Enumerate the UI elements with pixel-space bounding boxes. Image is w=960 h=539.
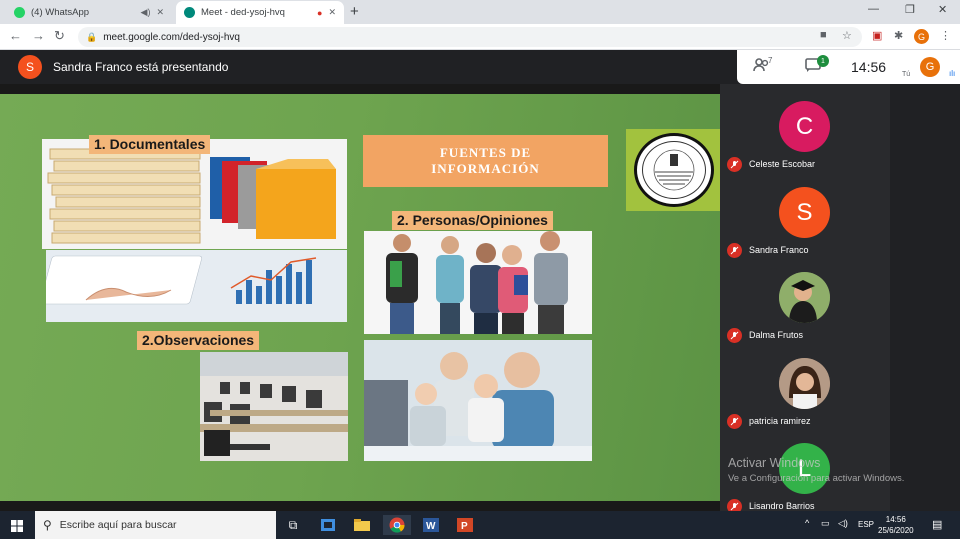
fuentes-line-2: INFORMACIÓN xyxy=(431,161,540,176)
mic-off-icon xyxy=(727,328,742,343)
participants-panel: C Celeste Escobar S Sandra Franco Dalma … xyxy=(720,84,890,514)
label-documentales: 1. Documentales xyxy=(89,135,211,154)
participant-name: patricia ramirez xyxy=(749,416,811,426)
tab-whatsapp[interactable]: (4) WhatsApp ◀) ✕ xyxy=(6,1,172,24)
windows-start-icon[interactable] xyxy=(11,519,23,537)
address-bar[interactable]: 🔒 meet.google.com/ded-ysoj-hvq xyxy=(78,27,862,47)
close-tab-icon[interactable]: ✕ xyxy=(328,7,336,18)
mic-off-icon xyxy=(727,414,742,429)
close-window-icon[interactable]: ✕ xyxy=(938,3,947,16)
documents-image xyxy=(42,139,347,249)
bookmark-star-icon[interactable]: ☆ xyxy=(842,29,852,42)
self-label: Tú xyxy=(902,71,911,78)
participant-name: Celeste Escobar xyxy=(749,159,816,169)
taskbar-search-box[interactable]: ⚲ Escribe aquí para buscar xyxy=(35,511,276,539)
url-text: meet.google.com/ded-ysoj-hvq xyxy=(103,31,240,43)
shared-slide: 1. Documentales 2.Observaciones FUENTES … xyxy=(0,94,720,501)
windows-taskbar: ⚲ Escribe aquí para buscar ⧉ W P ^ ▭ ◁) … xyxy=(0,511,960,539)
reload-icon[interactable]: ↻ xyxy=(54,28,65,44)
clock-time: 14:56 xyxy=(885,515,906,524)
browser-toolbar: ← → ↻ 🔒 meet.google.com/ded-ysoj-hvq ■ ☆… xyxy=(0,24,960,50)
svg-text:P: P xyxy=(461,521,468,532)
label-personas: 2. Personas/Opiniones xyxy=(392,211,553,230)
participant-tile[interactable]: Dalma Frutos xyxy=(720,272,890,352)
word-icon[interactable]: W xyxy=(421,515,441,535)
meet-icon xyxy=(184,7,195,18)
participant-name: Dalma Frutos xyxy=(749,330,804,340)
menu-kebab-icon[interactable]: ⋮ xyxy=(940,29,951,42)
pdf-extension-icon[interactable]: ▣ xyxy=(872,29,882,42)
tab-meet[interactable]: Meet - ded-ysoj-hvq ● ✕ xyxy=(176,1,344,24)
minimize-icon[interactable]: — xyxy=(868,3,879,15)
participant-avatar: S xyxy=(779,187,830,238)
mic-off-icon xyxy=(727,243,742,258)
keyboard-chart-image xyxy=(46,250,347,322)
chat-badge: 1 xyxy=(817,55,829,67)
participant-photo xyxy=(779,272,830,323)
search-placeholder: Escribe aquí para buscar xyxy=(59,519,177,531)
volume-icon[interactable]: ◁) xyxy=(838,518,848,529)
label-observaciones: 2.Observaciones xyxy=(137,331,260,350)
new-tab-button[interactable]: + xyxy=(350,3,359,20)
taskbar-clock[interactable]: 14:56 25/6/2020 xyxy=(878,514,914,536)
university-seal xyxy=(634,133,714,207)
camera-icon[interactable]: ■ xyxy=(820,29,827,41)
university-logo-box xyxy=(626,129,720,211)
students-image xyxy=(364,231,592,334)
watermark-subtitle: Ve a Configuración para activar Windows. xyxy=(728,473,905,484)
task-view-icon[interactable]: ⧉ xyxy=(283,515,303,535)
fuentes-title-box: FUENTES DE INFORMACIÓN xyxy=(363,135,608,187)
meeting-info-panel: 7 1 14:56 G Tú ılı xyxy=(737,50,960,84)
participant-photo xyxy=(779,358,830,409)
screen: (4) WhatsApp ◀) ✕ Meet - ded-ysoj-hvq ● … xyxy=(0,0,960,539)
presenting-text: Sandra Franco está presentando xyxy=(53,60,229,74)
speaker-icon[interactable]: ◀) xyxy=(141,7,151,18)
extensions-puzzle-icon[interactable]: ✱ xyxy=(894,29,903,42)
participant-tile[interactable]: C Celeste Escobar xyxy=(720,101,890,181)
mic-off-icon xyxy=(727,157,742,172)
back-icon[interactable]: ← xyxy=(9,28,22,43)
search-icon: ⚲ xyxy=(43,518,52,532)
tray-overflow-icon[interactable]: ^ xyxy=(805,518,809,528)
activation-watermark: Activar Windows Ve a Configuración para … xyxy=(728,456,904,484)
right-panel xyxy=(890,84,960,511)
file-explorer-icon[interactable] xyxy=(352,515,372,535)
meeting-clock: 14:56 xyxy=(851,59,887,75)
self-avatar[interactable]: G xyxy=(920,57,940,77)
battery-icon[interactable]: ▭ xyxy=(821,518,830,529)
presenter-avatar: S xyxy=(18,55,42,79)
tab-title: Meet - ded-ysoj-hvq xyxy=(201,7,285,18)
browser-tab-strip: (4) WhatsApp ◀) ✕ Meet - ded-ysoj-hvq ● … xyxy=(0,0,960,24)
seal-ring xyxy=(642,141,706,199)
clock-date: 25/6/2020 xyxy=(878,526,914,535)
participant-tile[interactable]: S Sandra Franco xyxy=(720,187,890,267)
svg-text:W: W xyxy=(426,521,436,532)
audio-level-icon: ılı xyxy=(949,69,956,78)
forward-icon[interactable]: → xyxy=(32,28,45,43)
classroom-image xyxy=(200,352,348,461)
notifications-icon[interactable]: ▤ xyxy=(932,518,942,531)
participant-name: Sandra Franco xyxy=(749,245,809,255)
language-indicator[interactable]: ESP xyxy=(858,520,874,529)
recording-icon: ● xyxy=(317,7,323,18)
store-icon[interactable] xyxy=(318,515,338,535)
tab-title: (4) WhatsApp xyxy=(31,7,90,18)
chrome-taskbar-icon[interactable] xyxy=(383,515,411,535)
study-group-image xyxy=(364,340,592,461)
profile-avatar[interactable]: G xyxy=(914,29,929,44)
participant-name: Lisandro Barrios xyxy=(749,501,815,511)
participant-count: 7 xyxy=(768,56,773,65)
participant-tile[interactable]: patricia ramirez xyxy=(720,358,890,438)
close-tab-icon[interactable]: ✕ xyxy=(156,7,164,18)
fuentes-line-1: FUENTES DE xyxy=(439,145,532,160)
presentation-stage: 1. Documentales 2.Observaciones FUENTES … xyxy=(0,84,720,511)
powerpoint-icon[interactable]: P xyxy=(455,515,475,535)
watermark-title: Activar Windows xyxy=(728,456,821,470)
lock-icon: 🔒 xyxy=(86,31,98,42)
restore-icon[interactable]: ❐ xyxy=(905,3,915,16)
whatsapp-icon xyxy=(14,7,25,18)
participant-avatar: C xyxy=(779,101,830,152)
